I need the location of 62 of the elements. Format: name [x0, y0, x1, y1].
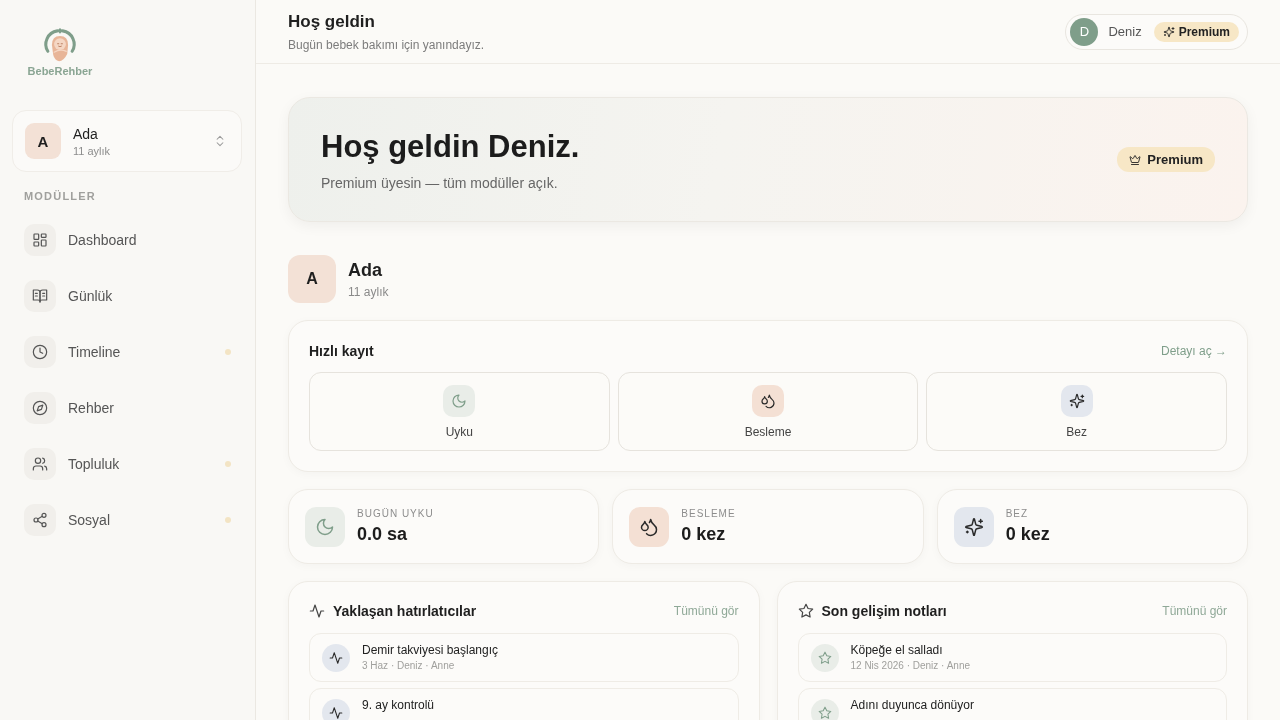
crown-icon — [1129, 153, 1142, 166]
stat-value: 0.0 sa — [357, 524, 409, 545]
card-title: Son gelişim notları — [821, 603, 947, 619]
row-meta: 3 Haz · Deniz · Anne — [362, 660, 456, 672]
grid-icon — [24, 224, 56, 256]
logo-text: BebeRehber — [27, 65, 93, 77]
row-title: Demir takviyesi başlangıç — [362, 643, 499, 657]
moon-icon — [443, 384, 476, 417]
child-avatar: A — [25, 123, 61, 159]
user-name: Deniz — [1108, 24, 1142, 39]
hero-title: Hoş geldin Deniz. — [321, 128, 580, 165]
stat-label: BEZ — [1005, 508, 1030, 519]
child-name: Ada — [348, 259, 383, 281]
book-icon — [24, 280, 56, 312]
hero-subtitle: Premium üyesin — tüm modüller açık. — [321, 174, 559, 191]
sparkles-icon — [1060, 384, 1093, 417]
baby-logo-icon — [42, 27, 78, 63]
page-title: Hoş geldin — [288, 11, 376, 32]
user-avatar: D — [1070, 17, 1099, 46]
quick-log-button[interactable]: Besleme — [617, 372, 919, 451]
sparkles-icon — [1162, 25, 1175, 38]
pulse-line-icon — [309, 603, 325, 619]
card-title: Yaklaşan hatırlatıcılar — [333, 603, 477, 619]
premium-label: Premium — [1178, 24, 1230, 39]
clock-icon — [24, 336, 56, 368]
child-age: 11 aylık — [73, 144, 112, 157]
note-item[interactable]: Köpeğe el salladı 12 Nis 2026 · Deniz · Anne — [797, 633, 1227, 682]
share-icon — [24, 504, 56, 536]
sidebar-item[interactable]: Topluluk — [0, 436, 255, 492]
reminder-item[interactable]: 9. ay kontrolü — [309, 688, 739, 720]
quick-log-button[interactable]: Uyku — [309, 372, 610, 451]
row-title: Köpeğe el salladı — [850, 643, 944, 657]
sidebar-item[interactable]: Rehber — [0, 380, 255, 436]
users-icon — [24, 448, 56, 480]
premium-label: Premium — [1147, 152, 1203, 167]
star-icon — [797, 603, 814, 619]
sidebar-item[interactable]: Sosyal — [0, 492, 255, 548]
row-title: 9. ay kontrolü — [362, 698, 435, 712]
sparkles-icon — [953, 506, 994, 547]
row-title: Adını duyunca dönüyor — [850, 698, 974, 712]
stat-value: 0 kez — [681, 524, 727, 545]
sidebar-item[interactable]: Günlük — [0, 268, 255, 324]
child-age: 11 aylık — [348, 284, 389, 299]
child-name: Ada — [73, 125, 99, 142]
sidebar-item[interactable]: Dashboard — [0, 212, 255, 268]
reminder-item[interactable]: Demir takviyesi başlangıç 3 Haz · Deniz · Anne — [309, 633, 739, 682]
note-item[interactable]: Adını duyunca dönüyor — [797, 688, 1227, 720]
stat-value: 0 kez — [1005, 524, 1050, 545]
stat-label: BUGÜN UYKU — [357, 508, 434, 519]
card-title: Hızlı kayıt — [309, 343, 374, 359]
child-switcher[interactable]: A Ada 11 aylık — [12, 110, 242, 172]
quick-log-button[interactable]: Bez — [926, 372, 1227, 451]
sidebar-item[interactable]: Timeline — [0, 324, 255, 380]
moon-icon — [305, 506, 345, 547]
child-avatar: A — [288, 255, 336, 303]
row-meta: 12 Nis 2026 · Deniz · Anne — [850, 660, 970, 672]
droplets-icon — [629, 506, 670, 547]
compass-icon — [24, 392, 56, 424]
section-label: MODÜLLER — [24, 189, 97, 203]
page-subtitle: Bugün bebek bakımı için yanındayız. — [288, 37, 485, 52]
droplets-icon — [752, 384, 784, 417]
stat-label: BESLEME — [681, 508, 736, 519]
